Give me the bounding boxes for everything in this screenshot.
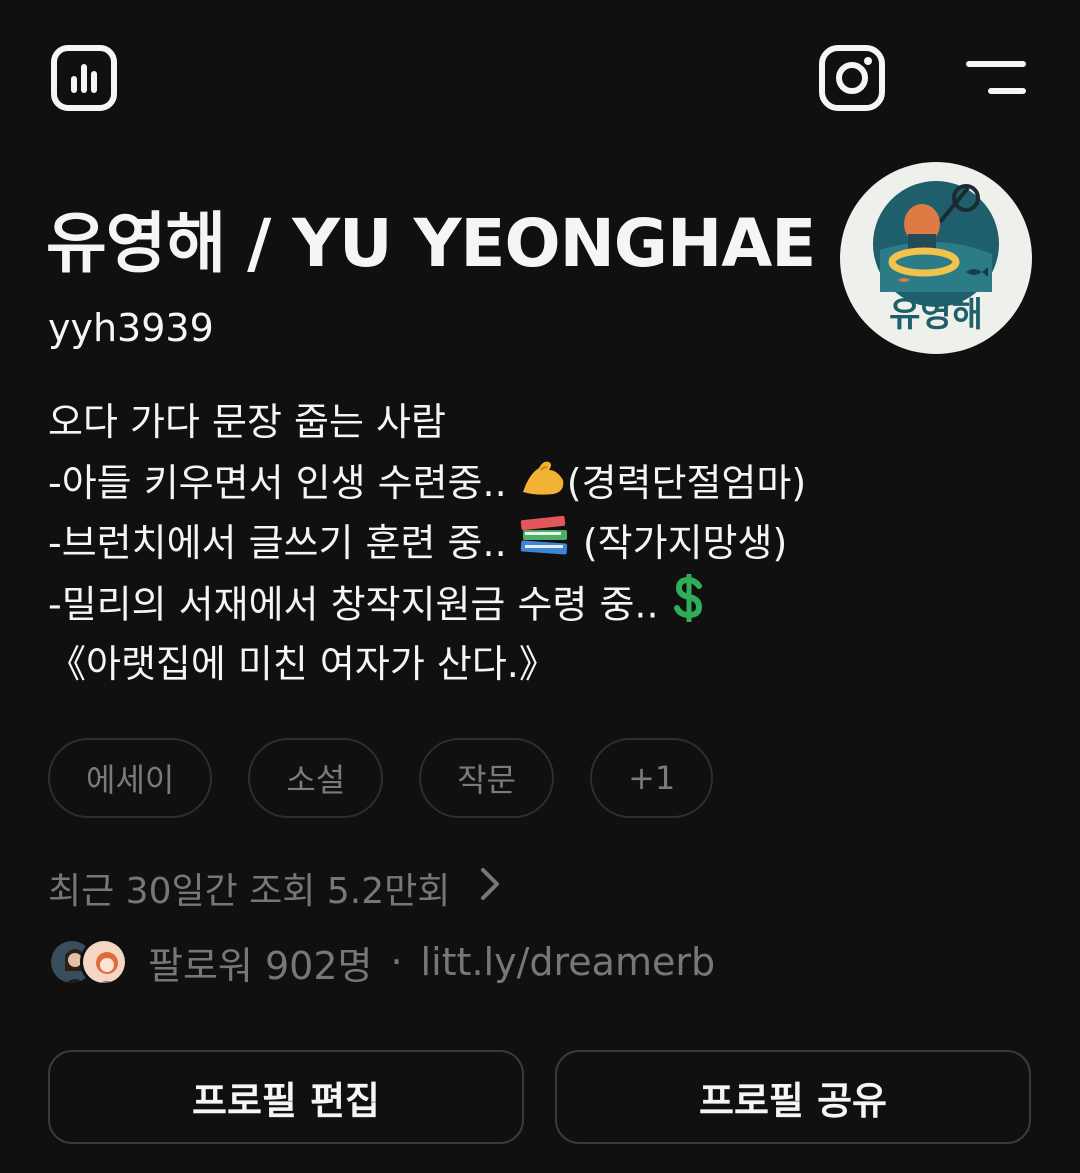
instagram-icon[interactable] (818, 44, 886, 112)
tag-more[interactable]: +1 (590, 738, 714, 818)
separator-dot: · (390, 940, 403, 984)
menu-icon[interactable] (962, 58, 1030, 98)
bio-line: -밀리의 서재에서 창작지원금 수령 중.. (48, 572, 1038, 635)
profile-bio: 오다 가다 문장 줍는 사람 -아들 키우면서 인생 수련중.. (경력단절엄마… (48, 392, 1038, 695)
bio-line: 오다 가다 문장 줍는 사람 (48, 400, 446, 444)
tag-essay[interactable]: 에세이 (48, 738, 213, 818)
bio-line-suffix: (작가지망생) (570, 521, 788, 565)
views-insight-link[interactable]: 최근 30일간 조회 5.2만회 (48, 862, 500, 914)
tag-novel[interactable]: 소설 (248, 738, 384, 818)
bio-line-text: -브런치에서 글쓰기 훈련 중.. (48, 521, 519, 565)
share-profile-button[interactable]: 프로필 공유 (555, 1050, 1031, 1144)
bio-line-text: -아들 키우면서 인생 수련중.. (48, 460, 519, 505)
followers-count[interactable]: 팔로워 902명 (148, 935, 372, 990)
edit-profile-button[interactable]: 프로필 편집 (48, 1050, 524, 1144)
profile-username[interactable]: yyh3939 (48, 304, 214, 352)
profile-link[interactable]: litt.ly/dreamerb (421, 940, 716, 984)
bio-line-text: -밀리의 서재에서 창작지원금 수령 중.. (48, 581, 671, 626)
flexed-biceps-icon (519, 454, 567, 516)
bio-line: 《아랫집에 미친 여자가 산다.》 (48, 642, 557, 686)
bio-line: -브런치에서 글쓰기 훈련 중.. (작가지망생) (48, 513, 1038, 574)
profile-avatar[interactable]: 유영해 (840, 162, 1032, 354)
followers-row: 팔로워 902명 · litt.ly/dreamerb (48, 934, 715, 990)
books-icon (519, 514, 571, 578)
follower-avatar (80, 938, 128, 986)
avatar-text: 유영해 (889, 295, 983, 335)
bio-line: -아들 키우면서 인생 수련중.. (경력단절엄마) (48, 453, 1038, 514)
insights-icon[interactable] (50, 44, 118, 112)
profile-display-name: 유영해 / YU YEONGHAE (46, 205, 816, 282)
views-text: 최근 30일간 조회 5.2만회 (48, 871, 451, 912)
topic-tags: 에세이 소설 작문 +1 (48, 738, 714, 818)
tag-writing[interactable]: 작문 (419, 738, 555, 818)
bio-line-suffix: (경력단절엄마) (566, 460, 807, 505)
dollar-sign-icon (671, 572, 707, 640)
chevron-right-icon (480, 867, 500, 910)
